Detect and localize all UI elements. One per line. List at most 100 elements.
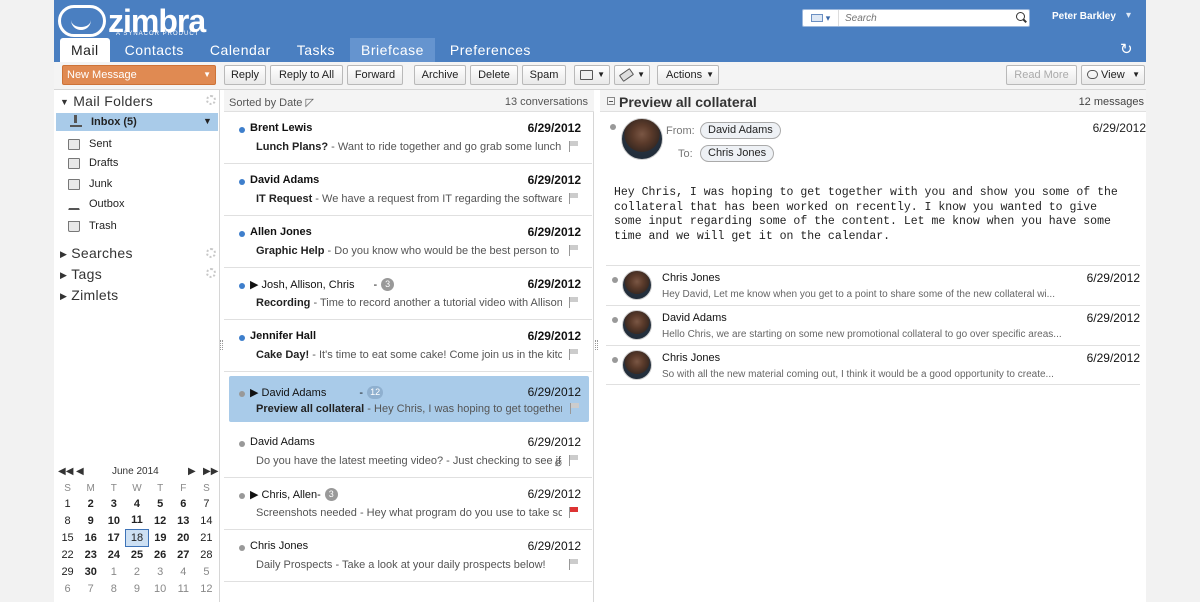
thread-message[interactable]: David Adams Hello Chris, we are starting… xyxy=(606,305,1140,345)
calendar-month-label[interactable]: June 2014 xyxy=(112,466,159,477)
print-menu-button[interactable]: ▼ xyxy=(574,65,610,85)
gear-icon[interactable] xyxy=(206,248,216,258)
collapse-icon[interactable] xyxy=(607,97,615,105)
sidebar-resize-handle[interactable] xyxy=(220,340,223,350)
calendar-day[interactable]: 5 xyxy=(149,495,172,512)
flag-icon[interactable] xyxy=(570,403,580,414)
calendar-day[interactable]: 12 xyxy=(149,512,172,529)
gear-icon[interactable] xyxy=(206,95,216,105)
calendar-day-today[interactable]: 18 xyxy=(124,528,150,547)
list-item[interactable]: Allen Jones 6/29/2012 Graphic Help - Do … xyxy=(224,216,592,268)
sidebar-item-trash[interactable]: Trash xyxy=(68,220,117,232)
calendar-day[interactable]: 10 xyxy=(102,512,125,529)
next-month-icon[interactable]: ▶ xyxy=(188,466,196,477)
calendar-day[interactable]: 4 xyxy=(172,563,195,580)
reply-button[interactable]: Reply xyxy=(224,65,266,85)
calendar-day[interactable]: 8 xyxy=(56,512,79,529)
flag-icon[interactable] xyxy=(569,349,579,360)
calendar-day[interactable]: 17 xyxy=(102,529,125,546)
zimlets-header[interactable]: ▶ Zimlets xyxy=(60,287,118,303)
calendar-day[interactable]: 6 xyxy=(56,580,79,597)
list-item-selected[interactable]: ▶ David Adams -12 6/29/2012 Preview all … xyxy=(229,376,589,422)
tab-calendar[interactable]: Calendar xyxy=(199,38,282,62)
from-address-pill[interactable]: David Adams xyxy=(700,122,781,139)
searches-header[interactable]: ▶ Searches xyxy=(60,245,133,261)
calendar-day[interactable]: 9 xyxy=(79,512,102,529)
calendar-day[interactable]: 4 xyxy=(125,495,148,512)
calendar-day[interactable]: 6 xyxy=(172,495,195,512)
spam-button[interactable]: Spam xyxy=(522,65,566,85)
calendar-day[interactable]: 28 xyxy=(195,546,218,563)
forward-button[interactable]: Forward xyxy=(347,65,403,85)
search-type-menu[interactable]: ▾ xyxy=(803,10,839,26)
calendar-day[interactable]: 22 xyxy=(56,546,79,563)
thread-message[interactable]: Chris Jones Hey David, Let me know when … xyxy=(606,265,1140,305)
reply-all-button[interactable]: Reply to All xyxy=(270,65,343,85)
sidebar-item-drafts[interactable]: Drafts xyxy=(68,157,118,169)
calendar-day[interactable]: 21 xyxy=(195,529,218,546)
calendar-day[interactable]: 14 xyxy=(195,512,218,529)
calendar-day[interactable]: 1 xyxy=(56,495,79,512)
calendar-day[interactable]: 5 xyxy=(195,563,218,580)
calendar-day[interactable]: 24 xyxy=(102,546,125,563)
list-item[interactable]: Jennifer Hall 6/29/2012 Cake Day! - It's… xyxy=(224,320,592,372)
calendar-day[interactable]: 23 xyxy=(79,546,102,563)
calendar-day[interactable]: 19 xyxy=(149,529,172,546)
calendar-day[interactable]: 11 xyxy=(125,512,148,529)
calendar-day[interactable]: 7 xyxy=(195,495,218,512)
actions-button[interactable]: Actions ▼ xyxy=(657,65,719,85)
calendar-day[interactable]: 2 xyxy=(125,563,148,580)
user-name[interactable]: Peter Barkley xyxy=(1052,11,1116,22)
sidebar-item-junk[interactable]: Junk xyxy=(68,178,112,190)
calendar-day[interactable]: 30 xyxy=(79,563,102,580)
flag-icon[interactable] xyxy=(569,559,579,570)
view-button[interactable]: View ▼ xyxy=(1081,65,1145,85)
list-item[interactable]: ▶ Josh, Allison, Chris -3 6/29/2012 Reco… xyxy=(224,268,592,320)
next-year-icon[interactable]: ▶▶ xyxy=(203,466,218,477)
calendar-day[interactable]: 29 xyxy=(56,563,79,580)
calendar-day[interactable]: 20 xyxy=(172,529,195,546)
calendar-day[interactable]: 7 xyxy=(79,580,102,597)
thread-message[interactable]: Chris Jones So with all the new material… xyxy=(606,345,1140,385)
tab-contacts[interactable]: Contacts xyxy=(114,38,195,62)
flag-icon[interactable] xyxy=(569,193,579,204)
tab-tasks[interactable]: Tasks xyxy=(286,38,346,62)
calendar-day[interactable]: 10 xyxy=(149,580,172,597)
list-item[interactable]: ▶ Chris, Allen- 3 6/29/2012 Screenshots n… xyxy=(224,478,592,530)
calendar-day[interactable]: 8 xyxy=(102,580,125,597)
sidebar-item-outbox[interactable]: Outbox xyxy=(68,198,124,210)
list-item[interactable]: David Adams 6/29/2012 Do you have the la… xyxy=(224,426,592,478)
calendar-day[interactable]: 1 xyxy=(102,563,125,580)
calendar-day[interactable]: 2 xyxy=(79,495,102,512)
flag-icon[interactable] xyxy=(569,297,579,308)
mail-folders-header[interactable]: ▼ Mail Folders xyxy=(60,93,153,109)
prev-year-icon[interactable]: ◀◀ xyxy=(58,466,73,477)
tab-mail[interactable]: Mail xyxy=(60,38,110,62)
refresh-icon[interactable]: ↻ xyxy=(1120,40,1133,58)
calendar-day[interactable]: 9 xyxy=(125,580,148,597)
new-message-button[interactable]: New Message ▼ xyxy=(62,65,216,85)
flag-red-icon[interactable] xyxy=(569,507,579,518)
to-address-pill[interactable]: Chris Jones xyxy=(700,145,775,162)
calendar-day[interactable]: 27 xyxy=(172,546,195,563)
calendar-day[interactable]: 11 xyxy=(172,580,195,597)
list-item[interactable]: Chris Jones 6/29/2012 Daily Prospects - … xyxy=(224,530,592,582)
flag-icon[interactable] xyxy=(569,245,579,256)
flag-icon[interactable] xyxy=(569,455,579,466)
delete-button[interactable]: Delete xyxy=(470,65,518,85)
search-icon[interactable] xyxy=(1013,10,1029,26)
sidebar-item-sent[interactable]: Sent xyxy=(68,138,112,150)
list-resize-handle[interactable] xyxy=(595,340,598,350)
tag-menu-button[interactable]: ▼ xyxy=(614,65,650,85)
calendar-day[interactable]: 16 xyxy=(79,529,102,546)
calendar-day[interactable]: 26 xyxy=(149,546,172,563)
search-input[interactable] xyxy=(839,11,1013,25)
flag-icon[interactable] xyxy=(569,141,579,152)
sort-by-date-control[interactable]: Sorted by Date ◸ xyxy=(229,96,314,109)
sidebar-item-inbox[interactable]: Inbox (5) ▼ xyxy=(56,113,218,131)
tags-header[interactable]: ▶ Tags xyxy=(60,266,102,282)
list-item[interactable]: David Adams 6/29/2012 IT Request - We ha… xyxy=(224,164,592,216)
prev-month-icon[interactable]: ◀ xyxy=(76,466,84,477)
read-more-button[interactable]: Read More xyxy=(1006,65,1077,85)
user-menu-caret-icon[interactable]: ▾ xyxy=(1126,10,1131,21)
